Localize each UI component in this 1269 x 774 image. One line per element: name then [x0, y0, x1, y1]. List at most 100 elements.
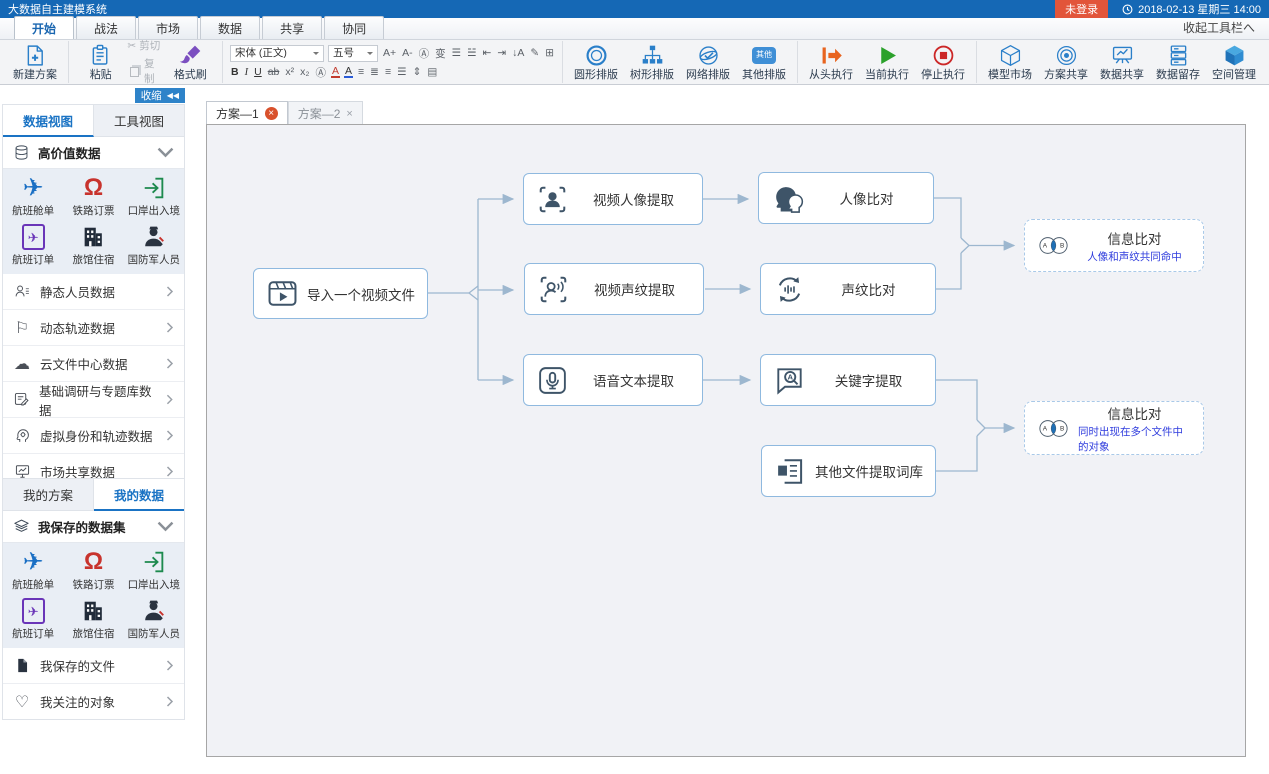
run-current-button[interactable]: 当前执行 [859, 43, 915, 81]
tree-layout-button[interactable]: 树形排版 [624, 43, 680, 81]
copy-button[interactable]: 复制 [127, 56, 163, 86]
align-center-button[interactable]: ≣ [369, 66, 380, 78]
phonetic-button[interactable]: 变 [434, 46, 447, 61]
flow-node-other-files-lexicon[interactable]: 其他文件提取词库 [761, 445, 936, 497]
head-gear-icon [13, 427, 31, 445]
dataset-flight-manifest[interactable]: ✈ 航班舱单 [3, 549, 63, 592]
flow-node-video-portrait-extract[interactable]: 视频人像提取 [523, 173, 703, 225]
borders-button[interactable]: ▤ [426, 66, 438, 78]
bullet-list-button[interactable]: ☰ [451, 47, 462, 59]
text-effects-button[interactable]: Ⓐ [314, 65, 327, 80]
justify-button[interactable]: ☰ [396, 66, 407, 78]
flow-node-info-compare-1[interactable]: A B 信息比对 人像和声纹共同命中 [1024, 219, 1204, 272]
data-retention-button[interactable]: 数据留存 [1150, 43, 1206, 81]
ribbon-tab-market[interactable]: 市场 [138, 16, 198, 39]
node-label: 视频声纹提取 [578, 279, 691, 299]
flow-node-keyword-extract[interactable]: 关键字提取 [760, 354, 936, 406]
dataset-military-personnel[interactable]: 国防军人员 [124, 598, 184, 641]
dataset-hotel-stay[interactable]: 旅馆住宿 [63, 224, 123, 267]
ribbon-tab-data[interactable]: 数据 [200, 16, 260, 39]
tab-tool-view[interactable]: 工具视图 [94, 105, 184, 137]
dataset-military-personnel[interactable]: 国防军人员 [124, 224, 184, 267]
data-share-button[interactable]: 数据共享 [1094, 43, 1150, 81]
paste-label: 粘贴 [90, 69, 112, 81]
sidebar-item-cloud-file-center[interactable]: ☁ 云文件中心数据 [3, 346, 184, 382]
close-tab-icon[interactable]: × [346, 108, 352, 120]
flow-node-portrait-compare[interactable]: 人像比对 [758, 172, 934, 224]
ribbon-tab-share[interactable]: 共享 [262, 16, 322, 39]
tab-my-data[interactable]: 我的数据 [94, 479, 184, 511]
ribbon-tab-collab[interactable]: 协同 [324, 16, 384, 39]
strikethrough-button[interactable]: ab [267, 66, 281, 78]
font-color-button[interactable]: A [344, 66, 353, 79]
sidebar-item-dynamic-trajectory[interactable]: ⚐ 动态轨迹数据 [3, 310, 184, 346]
indent-button[interactable]: ⇥ [496, 47, 507, 59]
italic-button[interactable]: I [244, 67, 250, 78]
new-plan-button[interactable]: 新建方案 [7, 43, 63, 81]
space-management-button[interactable]: 空间管理 [1206, 43, 1262, 81]
database-icon [13, 144, 30, 161]
number-list-button[interactable]: ☱ [466, 47, 477, 59]
outdent-button[interactable]: ⇤ [481, 47, 492, 59]
other-layout-button[interactable]: 其他 其他排版 [736, 43, 792, 81]
edit-marks-button[interactable]: ✎ [529, 47, 540, 59]
layers-icon [13, 518, 30, 535]
shrink-font-button[interactable]: A- [401, 47, 414, 59]
dataset-hotel-stay[interactable]: 旅馆住宿 [63, 598, 123, 641]
section-my-saved-datasets[interactable]: 我保存的数据集 [3, 511, 184, 543]
dataset-flight-manifest[interactable]: ✈ 航班舱单 [3, 175, 63, 218]
collapse-toolbar-button[interactable]: 收起工具栏へ [1183, 19, 1269, 39]
table-button[interactable]: ⊞ [544, 47, 555, 59]
sidebar-item-virtual-identity[interactable]: 虚拟身份和轨迹数据 [3, 418, 184, 454]
tab-my-plans[interactable]: 我的方案 [3, 479, 94, 511]
paste-button[interactable]: 粘贴 [74, 43, 127, 81]
ribbon-tab-tactics[interactable]: 战法 [76, 16, 136, 39]
section-high-value-data[interactable]: 高价值数据 [3, 137, 184, 169]
format-painter-button[interactable]: 格式刷 [164, 43, 217, 81]
cut-button[interactable]: ✂ 剪切 [127, 38, 163, 53]
flow-node-video-voiceprint-extract[interactable]: 视频声纹提取 [524, 263, 704, 315]
grow-font-button[interactable]: A+ [382, 47, 397, 59]
flow-node-voiceprint-compare[interactable]: 声纹比对 [760, 263, 936, 315]
flow-node-speech-text-extract[interactable]: 语音文本提取 [523, 354, 703, 406]
line-spacing-button[interactable]: ⇕ [412, 66, 423, 78]
sidebar-item-static-personnel[interactable]: 静态人员数据 [3, 274, 184, 310]
underline-button[interactable]: U [253, 66, 263, 78]
doc-tab-plan-2[interactable]: 方案—2 × [288, 101, 363, 124]
sidebar-item-basic-research[interactable]: 基础调研与专题库数据 [3, 382, 184, 418]
dataset-flight-order[interactable]: ✈ 航班订单 [3, 224, 63, 267]
highlight-color-button[interactable]: A [331, 66, 340, 79]
dataset-railway-ticket[interactable]: Ω 铁路订票 [63, 549, 123, 592]
model-market-button[interactable]: 模型市场 [982, 43, 1038, 81]
font-family-select[interactable]: 宋体 (正文) [230, 45, 324, 62]
tab-data-view[interactable]: 数据视图 [3, 105, 94, 137]
flow-node-info-compare-2[interactable]: A B 信息比对 同时出现在多个文件中的对象 [1024, 401, 1204, 455]
superscript-button[interactable]: x² [284, 66, 295, 78]
bold-button[interactable]: B [230, 66, 240, 78]
circle-layout-button[interactable]: 圆形排版 [568, 43, 624, 81]
login-status-badge[interactable]: 未登录 [1055, 0, 1108, 18]
flow-node-video-import[interactable]: 导入一个视频文件 [253, 268, 428, 319]
dataset-railway-ticket[interactable]: Ω 铁路订票 [63, 175, 123, 218]
stop-button[interactable]: 停止执行 [915, 43, 971, 81]
ribbon-tab-start[interactable]: 开始 [14, 16, 74, 39]
doc-tab-plan-1[interactable]: 方案—1 × [206, 101, 288, 124]
sidebar-collapse-button[interactable]: 收缩 ◀◀ [135, 88, 185, 103]
close-tab-icon[interactable]: × [265, 107, 278, 120]
plan-share-button[interactable]: 方案共享 [1038, 43, 1094, 81]
cloud-icon: ☁ [13, 355, 31, 373]
subscript-button[interactable]: x₂ [299, 66, 310, 78]
align-left-button[interactable]: ≡ [357, 66, 365, 78]
sort-button[interactable]: ↓A [511, 47, 525, 59]
sidebar-item-my-saved-files[interactable]: 我保存的文件 [3, 648, 184, 684]
sidebar-item-my-followed-objects[interactable]: ♡ 我关注的对象 [3, 684, 184, 719]
font-size-select[interactable]: 五号 [328, 45, 378, 62]
dataset-border-entry[interactable]: 口岸出入境 [124, 175, 184, 218]
dataset-border-entry[interactable]: 口岸出入境 [124, 549, 184, 592]
run-from-start-button[interactable]: 从头执行 [803, 43, 859, 81]
change-case-button[interactable]: Ⓐ [418, 46, 431, 61]
dataset-flight-order[interactable]: ✈ 航班订单 [3, 598, 63, 641]
network-layout-button[interactable]: 网络排版 [680, 43, 736, 81]
align-right-button[interactable]: ≡ [384, 66, 392, 78]
flow-canvas[interactable]: 导入一个视频文件 视频人像提取 视频声纹提取 语音文本提取 人像比对 声纹比对 … [206, 124, 1246, 757]
